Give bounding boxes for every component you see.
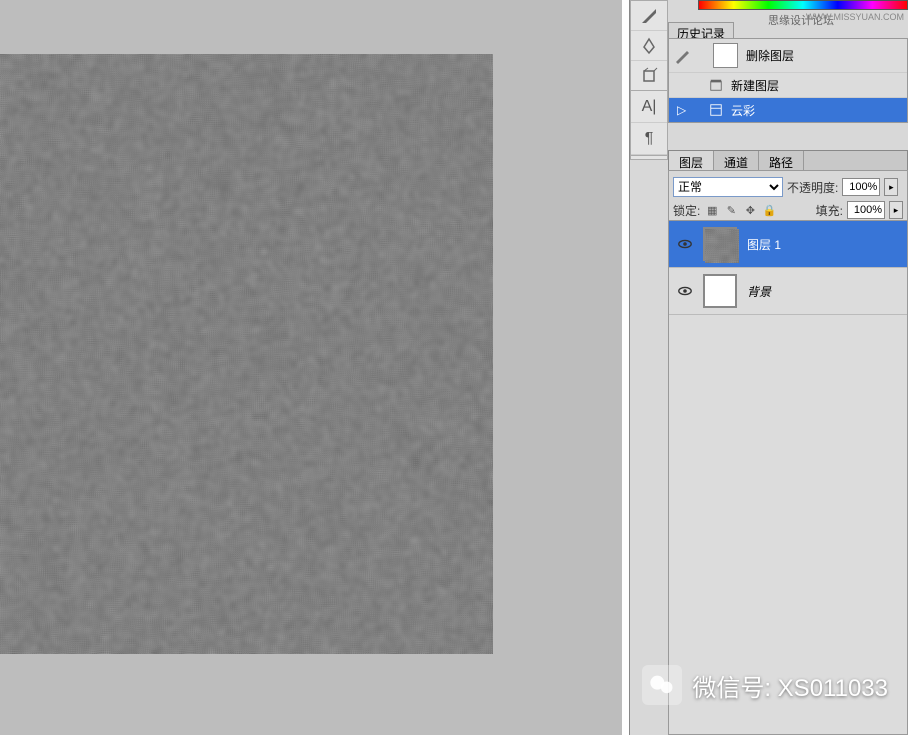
opacity-label: 不透明度: [787, 179, 838, 196]
vertical-tool-strip: A| ¶ [630, 90, 668, 156]
layer-icon [707, 76, 725, 94]
visibility-eye-icon[interactable] [675, 281, 695, 301]
fill-arrow-icon[interactable]: ▸ [889, 201, 903, 219]
history-snapshot[interactable]: 删除图层 [669, 39, 907, 72]
blend-mode-select[interactable]: 正常 [673, 177, 783, 197]
fill-input[interactable] [847, 201, 885, 219]
history-panel: 删除图层 新建图层 ▷ 云彩 [668, 38, 908, 123]
wechat-label: 微信号: XS011033 [692, 668, 888, 703]
lock-brush-icon[interactable]: ✎ [723, 202, 739, 218]
visibility-eye-icon[interactable] [675, 234, 695, 254]
canvas-edge [622, 0, 630, 735]
wechat-icon [642, 665, 682, 705]
fill-label: 填充: [816, 202, 843, 219]
layer-row[interactable]: 背景 [669, 268, 907, 315]
layer-thumbnail[interactable] [703, 274, 737, 308]
wechat-overlay: 微信号: XS011033 [642, 665, 888, 705]
lock-transparent-icon[interactable]: ▦ [704, 202, 720, 218]
document-canvas[interactable] [0, 54, 493, 654]
paragraph-tool-icon[interactable]: ¶ [631, 123, 667, 155]
layer-name[interactable]: 背景 [747, 283, 771, 300]
layers-list: 图层 1 背景 [668, 220, 908, 735]
history-item-label: 云彩 [731, 102, 755, 119]
lock-move-icon[interactable]: ✥ [742, 202, 758, 218]
panels-dock: A| ¶ 思缘设计论坛 WWW.MISSYUAN.COM 历史记录 删除图层 新… [630, 0, 908, 735]
opacity-input[interactable] [842, 178, 880, 196]
lock-label: 锁定: [673, 202, 700, 219]
brush-icon [673, 47, 691, 65]
history-marker-icon: ▷ [677, 103, 687, 117]
gradient-tool-icon[interactable] [631, 1, 667, 31]
layer-row[interactable]: 图层 1 [669, 221, 907, 268]
opacity-arrow-icon[interactable]: ▸ [884, 178, 898, 196]
color-ramp[interactable] [698, 0, 908, 10]
pen-tool-icon[interactable] [631, 31, 667, 61]
layer-thumbnail[interactable] [703, 227, 737, 261]
watermark-text-url: WWW.MISSYUAN.COM [806, 12, 904, 22]
canvas-area [0, 0, 622, 735]
history-item[interactable]: 新建图层 [669, 72, 907, 97]
layer-name[interactable]: 图层 1 [747, 236, 781, 253]
lock-all-icon[interactable]: 🔒 [761, 202, 777, 218]
history-item-label: 新建图层 [731, 77, 779, 94]
layers-controls: 正常 不透明度: ▸ 锁定: ▦ ✎ ✥ 🔒 填充: ▸ [668, 170, 908, 226]
3d-tool-icon[interactable] [631, 61, 667, 91]
text-tool-icon[interactable]: A| [631, 91, 667, 123]
filter-icon [707, 101, 725, 119]
snapshot-thumbnail [713, 43, 738, 68]
history-item[interactable]: ▷ 云彩 [669, 97, 907, 122]
snapshot-label: 删除图层 [746, 47, 794, 64]
